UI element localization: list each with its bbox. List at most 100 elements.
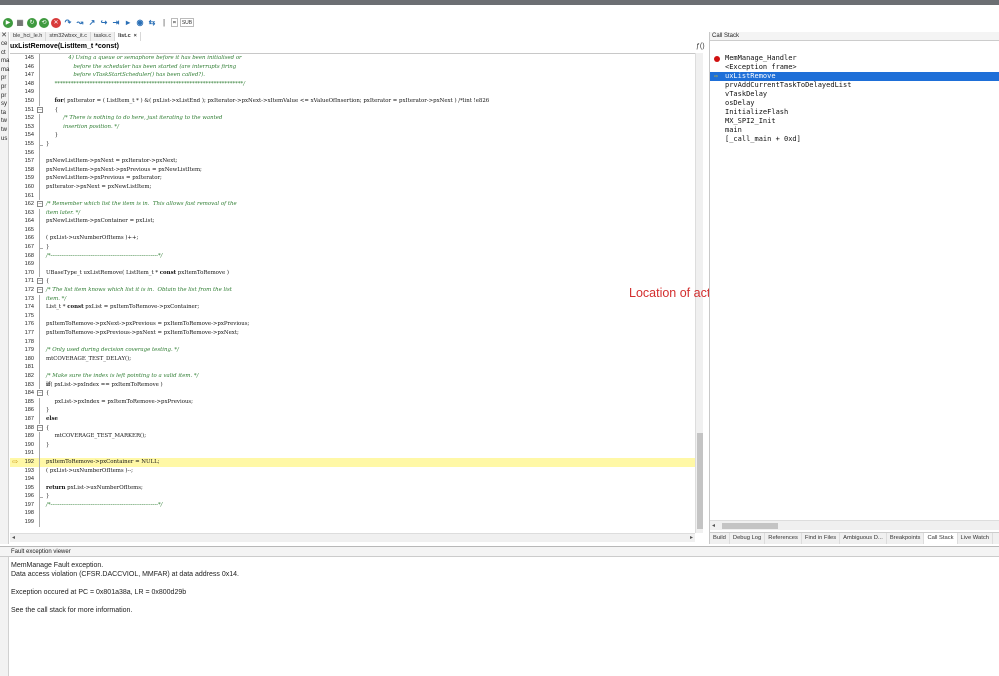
line-number[interactable]: 193 (10, 467, 34, 476)
bottom-tab[interactable]: Live Watch (958, 533, 994, 544)
line-number[interactable]: 172 (10, 286, 34, 295)
line-number[interactable]: 191 (10, 449, 34, 458)
call-stack-frame[interactable]: MemManage_Handler (710, 54, 999, 63)
reset-icon[interactable]: ⟲ (39, 17, 49, 28)
line-number[interactable]: 168 (10, 252, 34, 261)
line-number[interactable]: 166 (10, 234, 34, 243)
line-number[interactable]: 161 (10, 192, 34, 201)
hex-view-button[interactable]: ⌗ (171, 18, 178, 27)
bottom-tab[interactable]: Ambiguous D... (840, 533, 887, 544)
run-icon[interactable]: ▶ (3, 17, 13, 28)
editor-tab[interactable]: tasks.c (90, 32, 116, 41)
fold-toggle-icon[interactable]: − (37, 201, 43, 208)
line-number[interactable]: 154 (10, 131, 34, 140)
line-number[interactable]: 147 (10, 71, 34, 80)
line-number[interactable]: 180 (10, 355, 34, 364)
bottom-tab[interactable]: References (765, 533, 802, 544)
editor-tab[interactable]: list.c × (115, 32, 141, 41)
workspace-item-label[interactable]: ma (0, 66, 9, 75)
workspace-item-label[interactable]: us (0, 135, 8, 144)
line-number[interactable]: 159 (10, 174, 34, 183)
line-number[interactable]: 179 (10, 346, 34, 355)
line-number[interactable]: 189 (10, 432, 34, 441)
line-number[interactable]: 152 (10, 114, 34, 123)
call-stack-frame[interactable]: vTaskDelay (710, 90, 999, 99)
line-number[interactable]: 150 (10, 97, 34, 106)
line-number[interactable]: 162 (10, 200, 34, 209)
scroll-right-icon[interactable]: ▸ (690, 534, 693, 543)
line-number[interactable]: 170 (10, 269, 34, 278)
line-number[interactable]: 181 (10, 363, 34, 372)
line-number[interactable]: 160 (10, 183, 34, 192)
bottom-tab[interactable]: Call Stack (924, 533, 958, 544)
fold-toggle-icon[interactable]: − (37, 106, 43, 113)
line-number[interactable]: 196 (10, 492, 34, 501)
workspace-item-label[interactable]: tw (0, 126, 8, 135)
bottom-tab[interactable]: Find in Files (802, 533, 841, 544)
line-number[interactable]: 199 (10, 518, 34, 527)
line-number[interactable]: 146 (10, 63, 34, 72)
line-number[interactable]: 149 (10, 88, 34, 97)
workspace-item-label[interactable]: ce (0, 40, 8, 49)
scroll-left-icon[interactable]: ◂ (712, 522, 715, 529)
step-out-icon[interactable]: ↗ (87, 18, 97, 28)
scrollbar-thumb[interactable] (722, 523, 778, 529)
call-stack-frame[interactable]: InitializeFlash (710, 108, 999, 117)
line-number[interactable]: 197 (10, 501, 34, 510)
fold-toggle-icon[interactable]: − (37, 424, 43, 431)
restart-icon[interactable]: ↻ (27, 17, 37, 28)
function-nav-icon[interactable]: ƒ() (696, 43, 705, 50)
line-number[interactable]: 169 (10, 260, 34, 269)
line-number[interactable]: 188 (10, 424, 34, 433)
code-area[interactable]: 145 4) Using a queue or semaphore before… (10, 53, 695, 533)
jump-icon[interactable]: ◉ (135, 18, 145, 28)
workspace-item-label[interactable]: pr (0, 74, 8, 83)
step-icon[interactable]: ↪ (99, 18, 109, 28)
call-stack-frame[interactable]: MX_SPI2_Init (710, 117, 999, 126)
call-stack-frame[interactable]: ⇨ uxListRemove (710, 72, 999, 81)
line-number[interactable]: 165 (10, 226, 34, 235)
workspace-item-label[interactable]: pr (0, 92, 8, 101)
line-number[interactable]: 173 (10, 295, 34, 304)
call-stack-frame[interactable]: main (710, 126, 999, 135)
disassembly-icon[interactable]: ⇆ (147, 18, 157, 28)
tab-close-icon[interactable]: × (134, 33, 137, 39)
workspace-item-label[interactable]: ta (0, 109, 8, 118)
line-number[interactable]: 176 (10, 320, 34, 329)
line-number[interactable]: 198 (10, 509, 34, 518)
fold-toggle-icon[interactable]: − (37, 390, 43, 397)
line-number[interactable]: 145 (10, 54, 34, 63)
line-number[interactable]: 163 (10, 209, 34, 218)
line-number[interactable]: 158 (10, 166, 34, 175)
stop-icon[interactable]: ✕ (51, 17, 61, 28)
workspace-item-label[interactable]: pr (0, 83, 8, 92)
horizontal-scrollbar[interactable]: ◂ ▸ (10, 533, 695, 542)
line-number[interactable]: 186 (10, 406, 34, 415)
line-number[interactable]: 151 (10, 106, 34, 115)
call-stack-frame[interactable]: prvAddCurrentTaskToDelayedList (710, 81, 999, 90)
call-stack-frame[interactable]: [_call_main + 0xd] (710, 135, 999, 144)
editor-tab[interactable]: stm32wbxx_it.c (46, 32, 91, 41)
line-number[interactable]: 190 (10, 441, 34, 450)
step-into-icon[interactable]: ↷ (63, 18, 73, 28)
workspace-item-label[interactable]: sy (0, 100, 8, 109)
scrollbar-thumb[interactable] (697, 433, 703, 529)
editor-tab[interactable]: ble_hci_le.h (10, 32, 47, 41)
scroll-left-icon[interactable]: ◂ (12, 534, 15, 543)
line-number[interactable]: 148 (10, 80, 34, 89)
step-over-icon[interactable]: ↝ (75, 18, 85, 28)
sub-button[interactable]: SUB (179, 18, 195, 27)
line-number[interactable]: 177 (10, 329, 34, 338)
fold-toggle-icon[interactable]: − (37, 278, 43, 285)
line-number[interactable]: 174 (10, 303, 34, 312)
line-number[interactable]: 183 (10, 381, 34, 390)
line-number[interactable]: 164 (10, 217, 34, 226)
call-stack-scrollbar[interactable]: ◂ (710, 520, 999, 530)
line-number[interactable]: 156 (10, 149, 34, 158)
line-number[interactable]: 184 (10, 389, 34, 398)
line-number[interactable]: 157 (10, 157, 34, 166)
bottom-tab[interactable]: Debug Log (730, 533, 766, 544)
bottom-tab[interactable]: Build (710, 533, 730, 544)
bottom-tab[interactable]: Breakpoints (887, 533, 925, 544)
line-number[interactable]: 195 (10, 484, 34, 493)
